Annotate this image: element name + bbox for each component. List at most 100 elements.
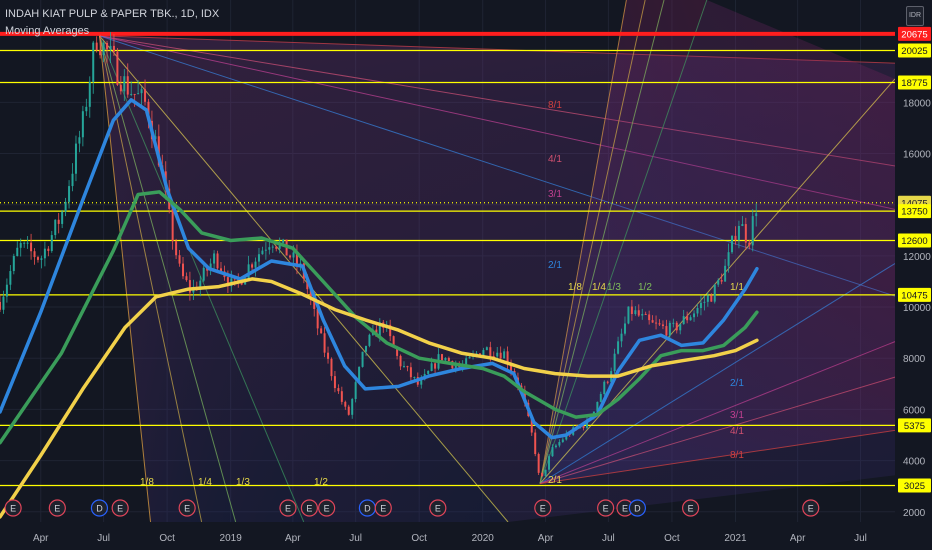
event-marker-letter: E <box>54 504 60 514</box>
candle-body <box>351 399 354 415</box>
candle-body <box>641 313 644 316</box>
event-marker-letter: E <box>688 504 694 514</box>
candle-body <box>64 201 67 212</box>
candle-body <box>33 251 36 258</box>
candle-body <box>171 208 174 242</box>
candle-body <box>323 333 326 353</box>
candle-body <box>603 381 606 395</box>
y-tick-label: 16000 <box>903 150 931 161</box>
fan-label: 2/1 <box>548 260 562 271</box>
candle-body <box>731 235 734 253</box>
candle-body <box>365 345 368 352</box>
candle-body <box>406 366 409 368</box>
symbol-title[interactable]: INDAH KIAT PULP & PAPER TBK., 1D, IDX <box>5 8 219 20</box>
x-tick-label: 2021 <box>724 533 747 544</box>
x-tick-label: Oct <box>411 533 427 544</box>
candle-body <box>50 235 53 251</box>
candle-body <box>368 334 371 346</box>
x-tick-label: Jul <box>602 533 615 544</box>
candle-body <box>544 469 547 477</box>
event-marker-letter: E <box>184 504 190 514</box>
candle-body <box>534 432 537 455</box>
currency-badge[interactable]: IDR <box>906 6 924 26</box>
event-marker-letter: E <box>306 504 312 514</box>
candle-body <box>68 186 71 202</box>
candle-body <box>202 267 205 281</box>
candle-body <box>644 313 647 315</box>
candle-body <box>613 353 616 372</box>
candle-body <box>178 255 181 264</box>
x-tick-label: Apr <box>790 533 806 544</box>
y-tick-label: 8000 <box>903 354 926 365</box>
candle-body <box>216 253 219 269</box>
candle-body <box>81 111 84 138</box>
candle-body <box>541 472 544 477</box>
candle-body <box>655 322 658 324</box>
candle-body <box>623 323 626 334</box>
candle-body <box>703 301 706 303</box>
fan-label: 1/8 <box>140 477 154 488</box>
candle-body <box>648 314 651 321</box>
candle-body <box>696 308 699 314</box>
candle-body <box>36 257 39 260</box>
x-tick-label: Jul <box>854 533 867 544</box>
candle-body <box>551 447 554 457</box>
candle-body <box>630 306 633 315</box>
candle-body <box>661 324 664 327</box>
candle-body <box>561 439 564 443</box>
candle-body <box>361 351 364 367</box>
price-badge-label: 3025 <box>904 481 925 492</box>
candle-body <box>468 356 471 359</box>
candle-body <box>71 173 74 187</box>
x-tick-label: Apr <box>33 533 49 544</box>
candle-body <box>109 45 112 50</box>
event-marker-letter: E <box>10 504 16 514</box>
candle-body <box>213 253 216 264</box>
candle-body <box>679 324 682 331</box>
candle-body <box>282 239 285 243</box>
y-tick-label: 12000 <box>903 252 931 263</box>
fan-label: 1/8 <box>568 282 582 293</box>
fan-label: 1/2 <box>314 477 328 488</box>
fan-label: 8/1 <box>730 450 744 461</box>
candle-body <box>116 51 119 85</box>
candle-body <box>682 316 685 325</box>
price-badge-label: 20025 <box>901 46 927 57</box>
candle-body <box>327 352 330 359</box>
x-tick-label: Jul <box>349 533 362 544</box>
candle-body <box>271 246 274 248</box>
candle-body <box>99 50 102 56</box>
y-tick-label: 6000 <box>903 405 926 416</box>
event-marker-letter: E <box>285 504 291 514</box>
event-marker-letter: D <box>634 504 641 514</box>
x-tick-label: Oct <box>664 533 680 544</box>
event-marker-letter: E <box>117 504 123 514</box>
price-badge-label: 12600 <box>901 236 927 247</box>
candle-body <box>261 250 264 255</box>
candle-body <box>0 301 1 310</box>
candle-body <box>686 316 689 321</box>
fan-label: 1/3 <box>607 282 621 293</box>
fan-label: 2/1 <box>548 475 562 486</box>
gann-fans: 1/8 1/4 1/3 1/21/8 1/4 1/3 1/2 1/12/13/14/18/12… <box>98 0 932 523</box>
candle-body <box>9 271 12 285</box>
candle-body <box>554 445 557 448</box>
indicator-label[interactable]: Moving Averages <box>5 25 89 37</box>
chart-canvas[interactable]: 1/8 1/4 1/3 1/21/8 1/4 1/3 1/2 1/12/13/14/18/12… <box>0 0 932 550</box>
candle-body <box>399 355 402 367</box>
candle-body <box>748 242 751 246</box>
candle-body <box>482 350 485 356</box>
candle-body <box>185 276 188 281</box>
candle-body <box>95 42 98 51</box>
candle-body <box>251 264 254 268</box>
fan-label: 1/3 <box>236 477 250 488</box>
candle-body <box>503 351 506 359</box>
candle-body <box>496 352 499 357</box>
candle-body <box>330 358 333 377</box>
fan-label: 3/1 <box>730 410 744 421</box>
candle-body <box>699 302 702 309</box>
candle-body <box>658 323 661 325</box>
price-badge-label: 18775 <box>901 78 927 89</box>
candle-body <box>85 106 88 112</box>
candle-body <box>634 310 637 315</box>
